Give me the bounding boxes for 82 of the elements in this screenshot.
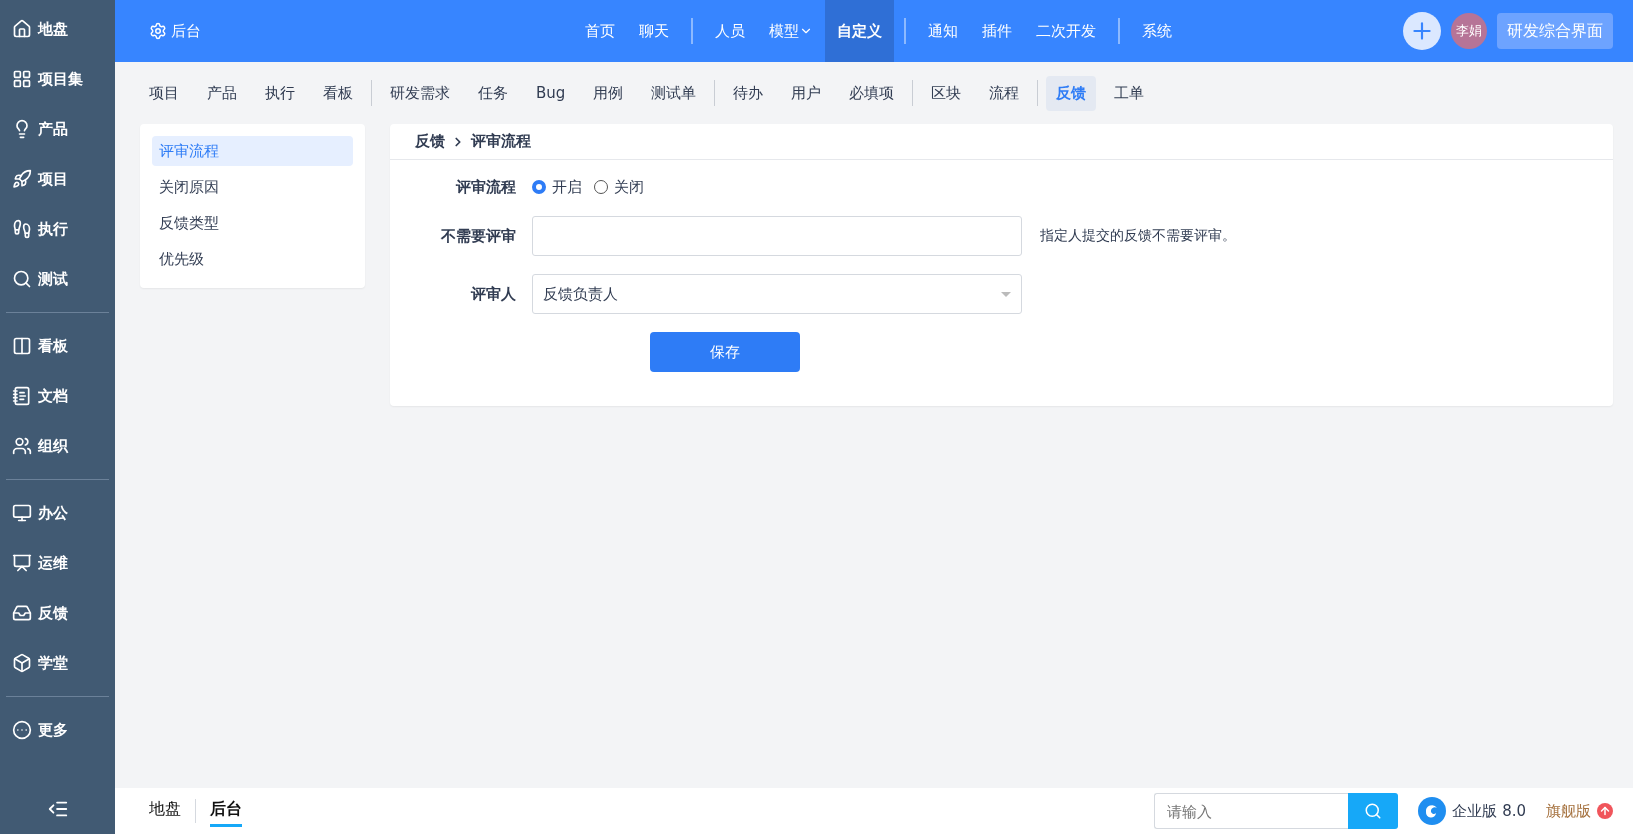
search-icon [1364, 802, 1383, 820]
grid-icon [12, 69, 32, 89]
columns-icon [12, 336, 32, 356]
inbox-icon [12, 603, 32, 623]
input-field[interactable] [532, 216, 1022, 256]
sidebar-item[interactable]: 更多 [6, 705, 109, 755]
edition-label: 企业版 8.0 [1452, 801, 1526, 821]
radio-label: 关闭 [614, 177, 644, 197]
sidebar-item[interactable]: 看板 [6, 321, 109, 371]
sub-tab[interactable]: 待办 [723, 75, 774, 111]
add-button[interactable] [1403, 12, 1441, 50]
users-icon [12, 436, 32, 456]
sidebar-item[interactable]: 执行 [6, 204, 109, 254]
search-button[interactable] [1348, 793, 1399, 829]
footprints-icon [12, 219, 32, 239]
presentation-icon [12, 553, 32, 573]
sub-tab[interactable]: 产品 [197, 75, 247, 111]
sidebar-item[interactable]: 地盘 [6, 4, 109, 54]
select-field[interactable]: 反馈负责人 [532, 274, 1022, 314]
sidebar-item[interactable]: 学堂 [6, 638, 109, 688]
nav-tab[interactable]: 通知 [916, 0, 970, 62]
sub-tab[interactable]: 流程 [979, 75, 1030, 111]
sub-tab[interactable]: 工单 [1104, 75, 1155, 111]
arrow-up-icon [1597, 803, 1613, 819]
nav-tab[interactable]: 首页 [573, 0, 627, 62]
sub-tab[interactable]: 用例 [583, 75, 634, 111]
caret-icon [1001, 291, 1011, 297]
sidebar-item[interactable]: 项目集 [6, 54, 109, 104]
sub-tab[interactable]: 执行 [255, 75, 305, 111]
ellipsis-icon [12, 720, 32, 740]
field-label: 评审人 [469, 284, 516, 304]
sub-tab[interactable]: 必填项 [839, 75, 905, 111]
breadcrumb-item[interactable]: 反馈 [415, 132, 445, 151]
sidebar-item[interactable]: 反馈 [6, 588, 109, 638]
sidebar-item[interactable]: 测试 [6, 254, 109, 304]
sub-tab[interactable]: 研发需求 [380, 75, 460, 111]
field-label: 评审流程 [454, 177, 516, 197]
save-button[interactable]: 保存 [650, 332, 800, 372]
sub-tab[interactable]: 任务 [468, 75, 518, 111]
nav-tab[interactable]: 系统 [1130, 0, 1184, 62]
sidebar-item[interactable]: 运维 [6, 538, 109, 588]
nav-tab[interactable]: 聊天 [627, 0, 681, 62]
settings-icon [149, 22, 167, 40]
field-label: 不需要评审 [440, 226, 516, 246]
nav-tab[interactable]: 自定义 [825, 0, 894, 62]
sub-tab[interactable]: 看板 [313, 75, 363, 111]
menu-item[interactable]: 评审流程 [152, 136, 353, 166]
sub-tab[interactable]: 用户 [781, 75, 832, 111]
sub-tab[interactable]: 测试单 [641, 75, 707, 111]
monitor-icon [12, 503, 32, 523]
nav-tab[interactable]: 插件 [970, 0, 1024, 62]
sidebar-item[interactable]: 项目 [6, 154, 109, 204]
page-title: 后台 [171, 21, 201, 41]
search-icon [12, 269, 32, 289]
radio-button[interactable] [532, 180, 546, 194]
sub-tab[interactable]: 区块 [921, 75, 972, 111]
user-avatar[interactable]: 李娟 [1451, 13, 1487, 49]
sidebar-item[interactable]: 产品 [6, 104, 109, 154]
footer-tab[interactable]: 后台 [210, 795, 242, 827]
search-field[interactable]: 请输入 [1154, 793, 1349, 829]
home-icon [12, 19, 32, 39]
sub-tab[interactable]: Bug [526, 76, 576, 110]
radio-button[interactable] [594, 180, 608, 194]
box-icon [12, 653, 32, 673]
upgrade-link[interactable]: 旗舰版 [1546, 801, 1613, 821]
field-hint: 指定人提交的反馈不需要评审。 [1040, 227, 1236, 245]
nav-tab[interactable]: 模型 [757, 0, 825, 62]
sidebar-item[interactable]: 办公 [6, 488, 109, 538]
logo-icon [1418, 797, 1447, 825]
notebook-icon [12, 386, 32, 406]
radio-label: 开启 [552, 177, 582, 197]
menu-item[interactable]: 关闭原因 [152, 172, 353, 202]
menu-item[interactable]: 优先级 [152, 244, 353, 274]
menu-item[interactable]: 反馈类型 [152, 208, 353, 238]
rocket-icon [12, 169, 32, 189]
sidebar-item[interactable]: 文档 [6, 371, 109, 421]
sub-tab[interactable]: 项目 [139, 75, 189, 111]
nav-tab[interactable]: 二次开发 [1024, 0, 1108, 62]
sidebar-item[interactable]: 组织 [6, 421, 109, 471]
nav-tab[interactable]: 人员 [703, 0, 757, 62]
footer-tab[interactable]: 地盘 [149, 795, 181, 827]
breadcrumb-item: 评审流程 [471, 132, 531, 151]
